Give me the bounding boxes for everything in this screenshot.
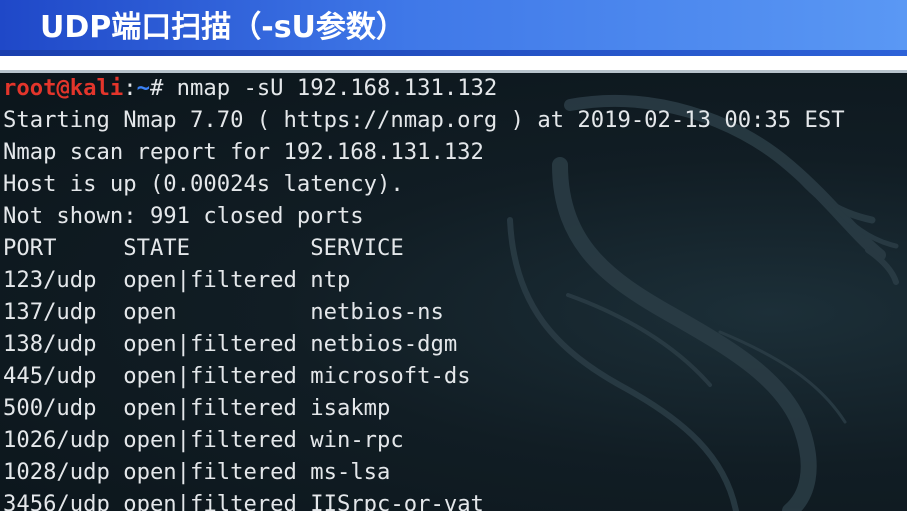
port-cell: 445/udp — [3, 363, 97, 389]
table-row: 137/udp open netbios-ns — [3, 296, 845, 328]
title-bar: UDP端口扫描（-sU参数） — [0, 0, 907, 56]
command-line: root@kali:~# nmap -sU 192.168.131.132 — [3, 72, 845, 104]
table-row: 1026/udp open|filtered win-rpc — [3, 424, 845, 456]
port-cell: 500/udp — [3, 395, 97, 421]
port-cell: 137/udp — [3, 299, 97, 325]
port-cell: 3456/udp — [3, 491, 110, 511]
port-cell: 138/udp — [3, 331, 97, 357]
service-column-header: SERVICE — [310, 235, 404, 261]
state-cell: open|filtered — [123, 331, 297, 357]
state-cell: open|filtered — [123, 395, 297, 421]
service-cell: netbios-dgm — [310, 331, 458, 357]
table-row: 123/udp open|filtered ntp — [3, 264, 845, 296]
service-cell: ms-lsa — [310, 459, 391, 485]
prompt-colon: : — [123, 75, 137, 101]
state-cell: open|filtered — [123, 267, 297, 293]
output-line: Not shown: 991 closed ports — [3, 203, 364, 229]
port-column-header: PORT — [3, 235, 57, 261]
service-cell: IISrpc-or-vat — [310, 491, 484, 511]
table-row: 3456/udp open|filtered IISrpc-or-vat — [3, 488, 845, 511]
state-cell: open|filtered — [123, 427, 297, 453]
service-cell: netbios-ns — [310, 299, 444, 325]
port-cell: 1028/udp — [3, 459, 110, 485]
state-cell: open|filtered — [123, 363, 297, 389]
table-row: 1028/udp open|filtered ms-lsa — [3, 456, 845, 488]
output-line: Host is up (0.00024s latency). — [3, 171, 404, 197]
state-cell: open — [123, 299, 177, 325]
service-cell: microsoft-ds — [310, 363, 471, 389]
output-line: Nmap scan report for 192.168.131.132 — [3, 139, 484, 165]
table-row: 500/udp open|filtered isakmp — [3, 392, 845, 424]
output-line: Starting Nmap 7.70 ( https://nmap.org ) … — [3, 107, 845, 133]
table-header: PORT STATE SERVICE — [3, 232, 845, 264]
state-column-header: STATE — [123, 235, 191, 261]
prompt-symbol: # — [149, 75, 177, 101]
slide-title: UDP端口扫描（-sU参数） — [40, 10, 406, 45]
service-cell: ntp — [310, 267, 351, 293]
table-row: 445/udp open|filtered microsoft-ds — [3, 360, 845, 392]
port-cell: 1026/udp — [3, 427, 110, 453]
command-text: nmap -sU 192.168.131.132 — [176, 75, 498, 101]
terminal-output: root@kali:~# nmap -sU 192.168.131.132 Sta… — [3, 72, 845, 511]
table-row: 138/udp open|filtered netbios-dgm — [3, 328, 845, 360]
service-cell: win-rpc — [310, 427, 404, 453]
state-cell: open|filtered — [123, 459, 297, 485]
slide: UDP端口扫描（-sU参数） root@kali:~# nmap -sU 192… — [0, 0, 907, 511]
port-cell: 123/udp — [3, 267, 97, 293]
service-cell: isakmp — [310, 395, 391, 421]
prompt-path: ~ — [136, 75, 150, 101]
prompt-user-host: root@kali — [3, 75, 124, 101]
terminal-window[interactable]: root@kali:~# nmap -sU 192.168.131.132 Sta… — [0, 70, 907, 511]
state-cell: open|filtered — [123, 491, 297, 511]
